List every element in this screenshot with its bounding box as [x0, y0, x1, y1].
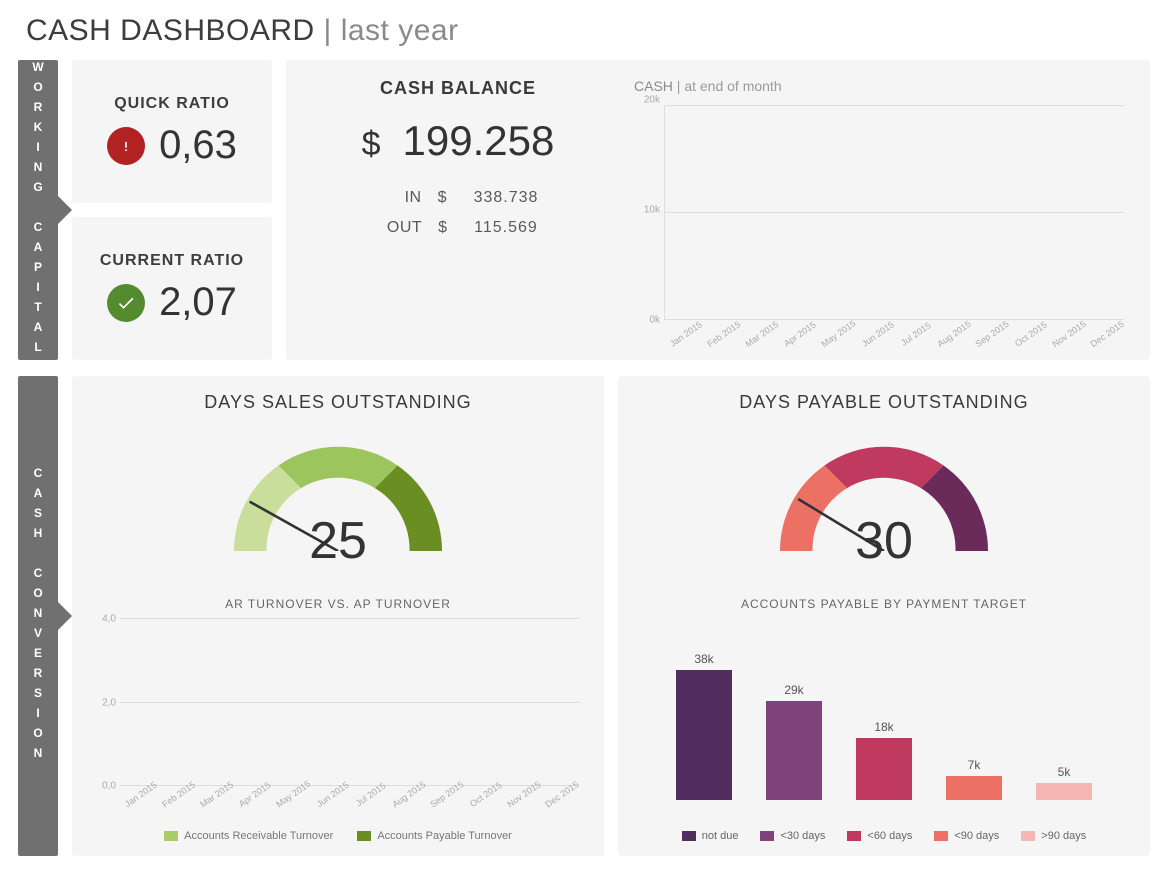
- cash-balance-title: CASH BALANCE: [380, 78, 536, 99]
- page-title: CASH DASHBOARD | last year: [26, 14, 1150, 48]
- payable-title: ACCOUNTS PAYABLE BY PAYMENT TARGET: [638, 597, 1130, 611]
- dso-panel: DAYS SALES OUTSTANDING 25 AR TURNOVER VS…: [72, 376, 604, 856]
- dpo-value: 30: [638, 511, 1130, 571]
- payable-bar: [676, 670, 732, 800]
- cash-balance-card: CASH BALANCE $ 199.258 IN $ 338.738 OUT …: [286, 60, 1150, 360]
- payable-bar: [1036, 783, 1092, 800]
- quick-ratio-value: 0,63: [159, 123, 237, 168]
- alert-icon: [107, 127, 145, 165]
- legend-item: <60 days: [847, 830, 912, 842]
- dpo-title: DAYS PAYABLE OUTSTANDING: [638, 392, 1130, 413]
- cash-in-row: IN $ 338.738: [378, 189, 539, 207]
- cash-eom-chart: CASH | at end of month 20k10k0k Jan 2015…: [632, 78, 1128, 342]
- dpo-panel: DAYS PAYABLE OUTSTANDING 30 ACCOUNTS PAY…: [618, 376, 1150, 856]
- turnover-chart: 4,02,00,0 Jan 2015Feb 2015Mar 2015Apr 20…: [92, 615, 584, 842]
- payable-chart: 38k29k18k7k5k not due<30 days<60 days<90…: [638, 615, 1130, 842]
- cash-out-row: OUT $ 115.569: [378, 219, 538, 237]
- dso-title: DAYS SALES OUTSTANDING: [92, 392, 584, 413]
- quick-ratio-title: QUICK RATIO: [114, 95, 230, 113]
- payable-bar: [946, 776, 1002, 800]
- turnover-title: AR TURNOVER VS. AP TURNOVER: [92, 597, 584, 611]
- legend-item: not due: [682, 830, 739, 842]
- quick-ratio-card: QUICK RATIO 0,63: [72, 60, 272, 203]
- check-icon: [107, 284, 145, 322]
- current-ratio-value: 2,07: [159, 280, 237, 325]
- tab-working-capital[interactable]: WORKING CAPITAL: [18, 60, 58, 360]
- turnover-legend: Accounts Receivable Turnover Accounts Pa…: [92, 830, 584, 842]
- title-period: last year: [341, 14, 459, 47]
- legend-item: <30 days: [760, 830, 825, 842]
- tab-cash-conversion[interactable]: CASH CONVERSION: [18, 376, 58, 856]
- payable-bar: [766, 701, 822, 800]
- dso-value: 25: [92, 511, 584, 571]
- current-ratio-title: CURRENT RATIO: [100, 252, 244, 270]
- title-main: CASH DASHBOARD: [26, 14, 315, 47]
- legend-item: <90 days: [934, 830, 999, 842]
- legend-item: >90 days: [1021, 830, 1086, 842]
- payable-bar: [856, 738, 912, 800]
- cash-balance-amount: $ 199.258: [362, 117, 555, 165]
- current-ratio-card: CURRENT RATIO 2,07: [72, 217, 272, 360]
